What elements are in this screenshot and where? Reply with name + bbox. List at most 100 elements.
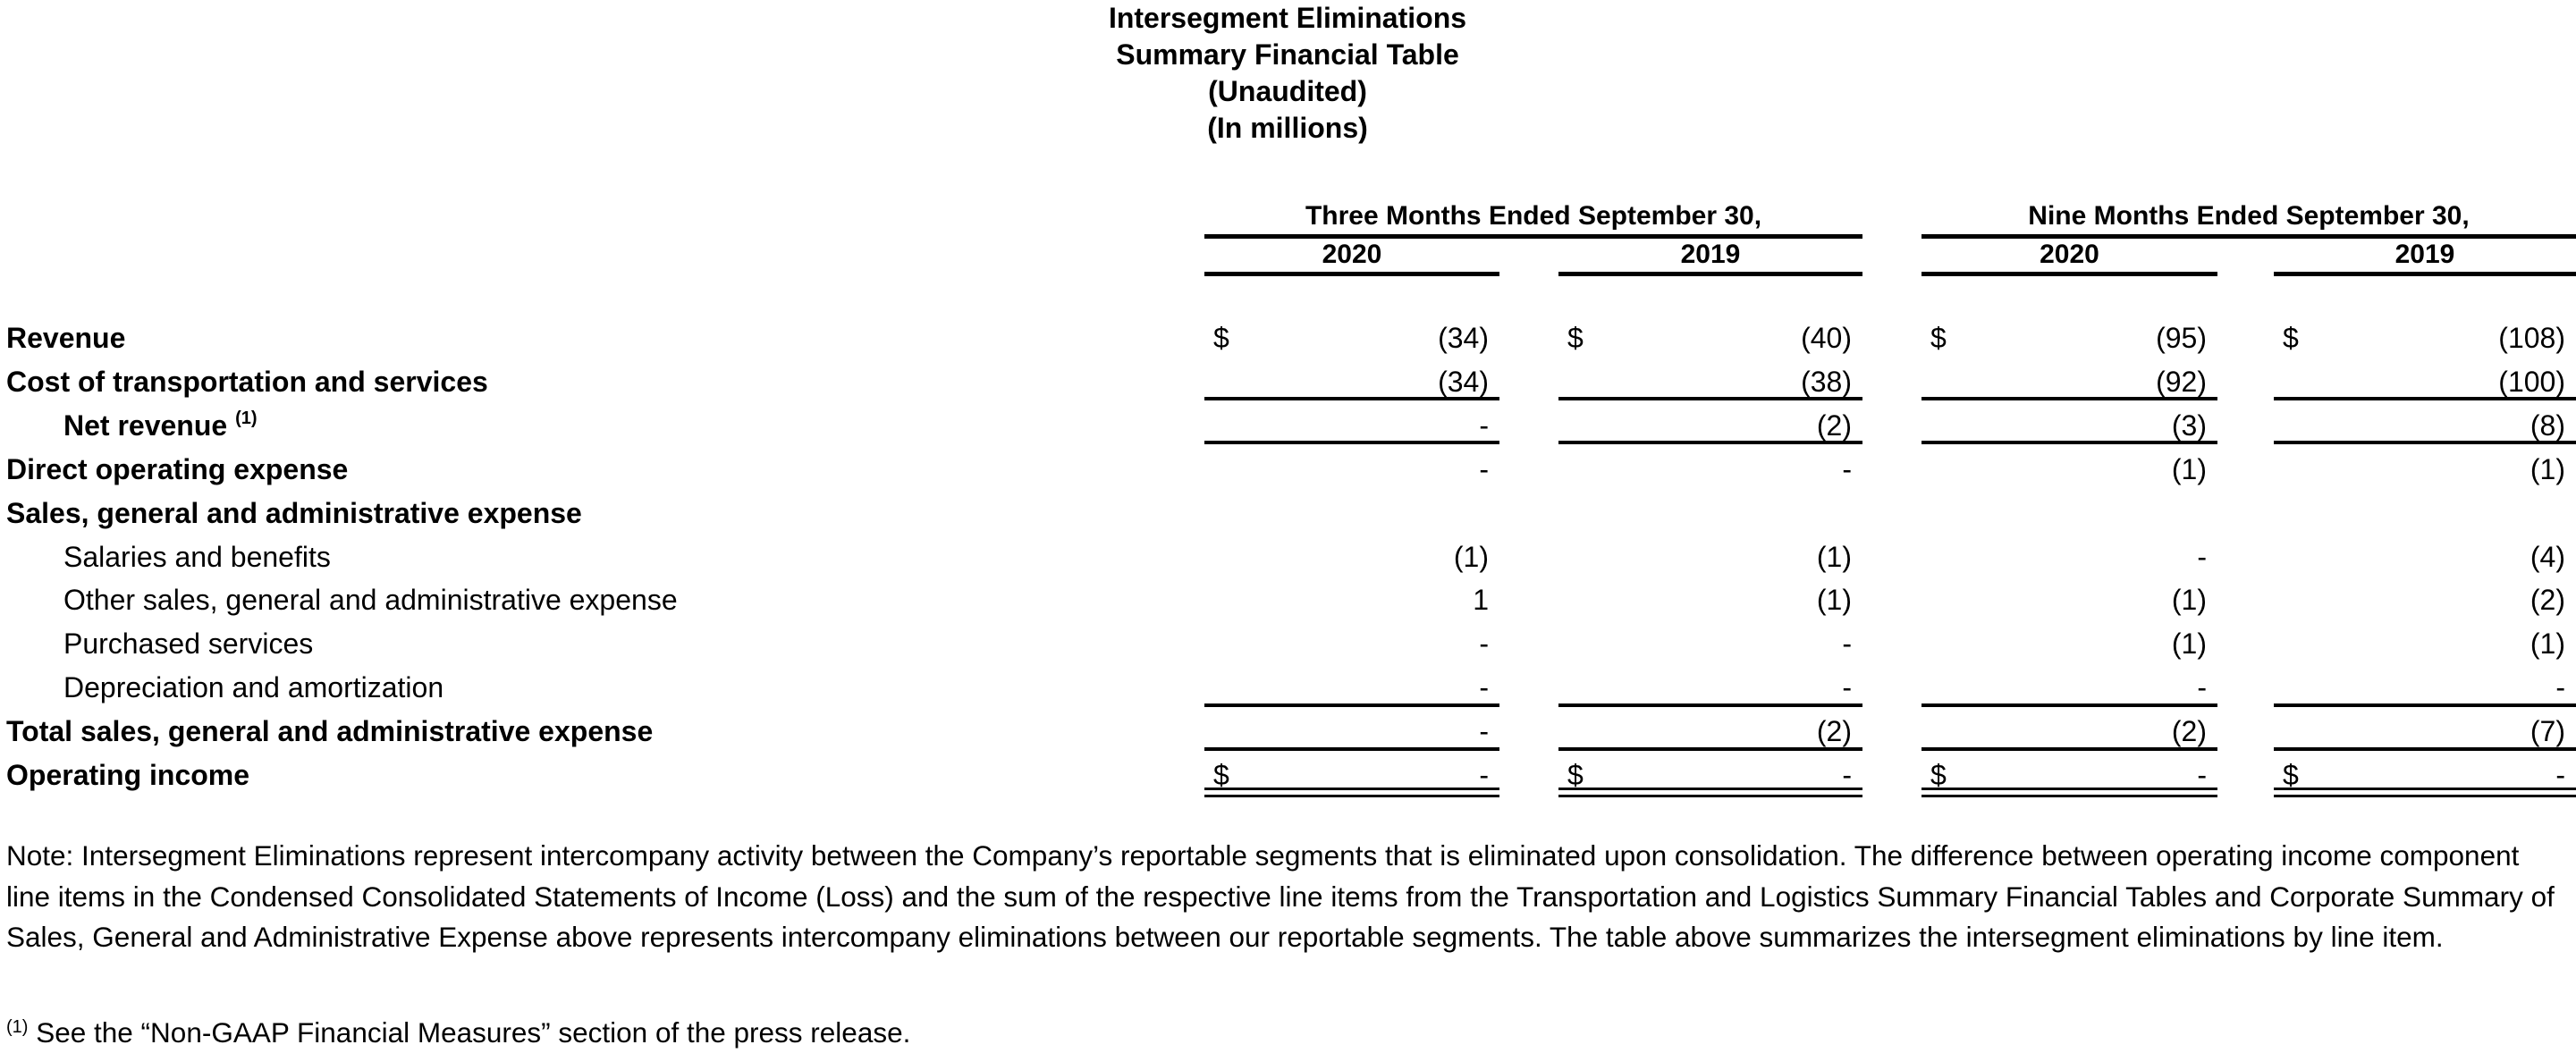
subtotal-rule (2274, 441, 2576, 444)
cell-value: (1) (2530, 452, 2565, 485)
currency-symbol: $ (1213, 322, 1229, 354)
year-divider (1558, 272, 1862, 276)
cell-value: - (2555, 759, 2565, 791)
row-label: Revenue (6, 316, 125, 360)
cell-value: (95) (2156, 322, 2207, 354)
cell-value: (1) (2171, 584, 2207, 617)
table-row: Direct operating expense - - (1) (1) (0, 448, 2576, 492)
year-divider (1204, 272, 1499, 276)
cell-value: - (1842, 759, 1852, 791)
subtotal-rule (1204, 441, 1499, 444)
cell-value: (2) (2530, 584, 2565, 617)
subtotal-rule (2274, 703, 2576, 707)
total-double-rule (2274, 788, 2576, 790)
row-label-text: Depreciation and amortization (63, 671, 444, 704)
title-line-4: (In millions) (1207, 112, 1368, 144)
row-label: Direct operating expense (6, 448, 348, 492)
subtotal-rule (1921, 397, 2217, 400)
cell-value: (1) (2171, 452, 2207, 485)
subtotal-rule (2274, 397, 2576, 400)
year-header-9m-2019: 2019 (2394, 240, 2455, 269)
row-label-text: Sales, general and administrative expens… (6, 496, 582, 529)
year-divider (1921, 272, 2217, 276)
total-double-rule (1921, 795, 2217, 797)
table-row: Sales, general and administrative expens… (0, 492, 2576, 535)
row-label-text: Cost of transportation and services (6, 365, 488, 398)
subtotal-rule (2274, 747, 2576, 751)
year-divider (2274, 272, 2576, 276)
row-label-text: Salaries and benefits (63, 540, 331, 573)
footnote-ref: (1) (235, 408, 258, 428)
row-label: Operating income (6, 754, 249, 797)
cell-value: - (1479, 759, 1489, 791)
subtotal-rule (1558, 397, 1862, 400)
footnote-text: See the “Non-GAAP Financial Measures” se… (36, 1016, 911, 1049)
cell-value: - (1479, 628, 1489, 661)
cell-value: - (2197, 540, 2207, 573)
header-nine-months: Nine Months Ended September 30, (2028, 201, 2470, 231)
currency-symbol: $ (1567, 322, 1584, 354)
cell-value: (108) (2498, 322, 2565, 354)
currency-symbol: $ (1930, 322, 1947, 354)
cell-value: - (1842, 628, 1852, 661)
cell-value: (4) (2530, 540, 2565, 573)
row-label: Sales, general and administrative expens… (6, 492, 582, 535)
total-double-rule (1921, 788, 2217, 790)
total-double-rule (1558, 788, 1862, 790)
currency-symbol: $ (1930, 759, 1947, 791)
subtotal-rule (1558, 441, 1862, 444)
cell-value: (1) (2530, 628, 2565, 661)
row-label: Purchased services (63, 622, 313, 666)
footnote: (1) See the “Non-GAAP Financial Measures… (6, 1013, 910, 1053)
row-label: Other sales, general and administrative … (63, 578, 678, 622)
subtotal-rule (1204, 747, 1499, 751)
subtotal-rule (1558, 747, 1862, 751)
title-line-3: (Unaudited) (1208, 75, 1367, 107)
table-row: Operating income $ - $ - $ - $ - (0, 754, 2576, 797)
table-row: Revenue $ (34) $ (40) $ (95) $ (108) (0, 316, 2576, 360)
cell-value: (1) (2171, 628, 2207, 661)
row-label: Total sales, general and administrative … (6, 710, 653, 754)
subtotal-rule (1921, 747, 2217, 751)
total-double-rule (1204, 795, 1499, 797)
subtotal-rule (1204, 397, 1499, 400)
cell-value: (1) (1816, 584, 1852, 617)
cell-value: (1) (1453, 540, 1489, 573)
row-label: Cost of transportation and services (6, 360, 488, 404)
subtotal-rule (1558, 703, 1862, 707)
row-label-text: Revenue (6, 322, 126, 354)
subtotal-rule (1921, 703, 2217, 707)
table-row: Other sales, general and administrative … (0, 578, 2576, 622)
year-header-3m-2020: 2020 (1322, 240, 1382, 269)
total-double-rule (2274, 795, 2576, 797)
cell-value: 1 (1473, 584, 1489, 617)
cell-value: (34) (1438, 322, 1489, 354)
header-three-months: Three Months Ended September 30, (1305, 201, 1762, 231)
row-label: Salaries and benefits (63, 535, 331, 579)
table-row: Salaries and benefits (1) (1) - (4) (0, 535, 2576, 579)
row-label: Net revenue (1) (63, 404, 258, 448)
currency-symbol: $ (2283, 759, 2299, 791)
cell-value: - (1842, 452, 1852, 485)
currency-symbol: $ (1567, 759, 1584, 791)
cell-value: (40) (1801, 322, 1852, 354)
title-line-1: Intersegment Eliminations (1108, 2, 1467, 34)
footnote-marker: (1) (6, 1017, 29, 1037)
subtotal-rule (1204, 703, 1499, 707)
cell-value: - (1479, 452, 1489, 485)
subtotal-rule (1921, 441, 2217, 444)
currency-symbol: $ (1213, 759, 1229, 791)
currency-symbol: $ (2283, 322, 2299, 354)
row-label-text: Purchased services (63, 628, 314, 661)
total-double-rule (1558, 795, 1862, 797)
year-header-3m-2019: 2019 (1680, 240, 1741, 269)
row-label-text: Total sales, general and administrative … (6, 715, 654, 748)
row-label-text: Operating income (6, 759, 250, 791)
row-label-text: Other sales, general and administrative … (63, 584, 678, 617)
year-header-9m-2020: 2020 (2040, 240, 2099, 269)
cell-value: (1) (1816, 540, 1852, 573)
note-paragraph: Note: Intersegment Eliminations represen… (6, 839, 2555, 953)
page-title: Intersegment Eliminations Summary Financ… (1019, 0, 1556, 147)
row-label: Depreciation and amortization (63, 666, 443, 710)
table-row: Purchased services - - (1) (1) (0, 622, 2576, 666)
